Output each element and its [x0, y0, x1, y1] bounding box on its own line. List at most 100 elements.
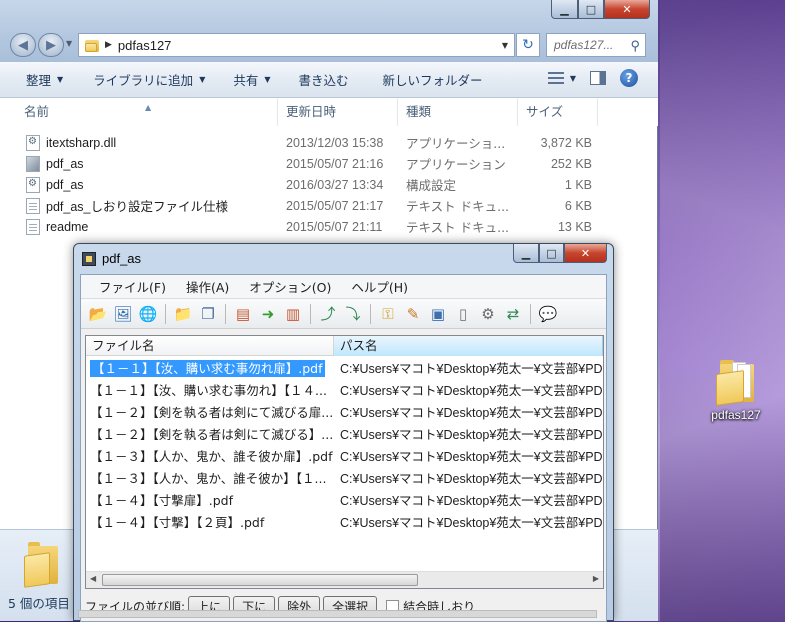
edit-icon[interactable]: ✎ — [402, 303, 424, 325]
search-icon[interactable]: ⚲ — [630, 38, 640, 54]
column-name-label: 名前 — [24, 104, 50, 119]
add-document-icon[interactable]: ▤ — [232, 303, 254, 325]
file-type: テキスト ドキュ... — [406, 220, 510, 235]
burn-button[interactable]: 書き込む — [285, 70, 363, 89]
file-row[interactable]: readme 2015/05/07 21:11 テキスト ドキュ... 13 K… — [0, 216, 658, 237]
column-name[interactable]: ▲ 名前 — [0, 98, 278, 126]
new-folder-label: 新しいフォルダー — [382, 73, 483, 88]
forward-arrow-icon: ▶ — [46, 37, 56, 53]
desktop-folder-pdfas127[interactable]: pdfas127 — [700, 356, 772, 422]
row-path: C:¥Users¥マコト¥Desktop¥苑太一¥文芸部¥PDF — [340, 471, 603, 486]
status-strip — [78, 610, 597, 618]
refresh-icon: ↻ — [522, 37, 534, 53]
column-date[interactable]: 更新日時 — [278, 98, 398, 126]
key-icon[interactable]: ⚿ — [377, 303, 399, 325]
menu-file[interactable]: ファイル(F) — [89, 277, 176, 296]
menu-action[interactable]: 操作(A) — [176, 277, 239, 296]
row-path: C:¥Users¥マコト¥Desktop¥苑太一¥文芸部¥PDF — [340, 449, 603, 464]
forward-button[interactable]: ▶ — [38, 33, 64, 57]
file-date: 2015/05/07 21:11 — [286, 219, 383, 234]
toolbar: 📂 🖼 🌐 📁 ❐ ▤ ➜ ▥ ⤴ ⤵ ⚿ ✎ ▣ ▯ ⚙ ⇄ 💬 — [81, 299, 606, 329]
recent-pages-dropdown[interactable]: ▼ — [66, 39, 72, 48]
file-type: テキスト ドキュ... — [406, 199, 510, 214]
address-dropdown-icon[interactable]: ▼ — [502, 41, 508, 50]
window-title: pdf_as — [102, 251, 142, 266]
scrollbar-thumb[interactable] — [102, 574, 418, 586]
app-icon — [26, 155, 40, 172]
globe-icon[interactable]: 🌐 — [137, 303, 159, 325]
sort-ascending-icon: ▲ — [145, 103, 152, 112]
window-icon[interactable]: ▣ — [427, 303, 449, 325]
new-folder-button[interactable]: 新しいフォルダー — [363, 70, 497, 89]
file-type: アプリケーショ... — [406, 136, 506, 151]
list-row[interactable]: 【１－３】【人か、鬼か、誰そ彼か】【１... C:¥Users¥マコト¥Desk… — [86, 466, 603, 488]
change-view-icon[interactable] — [547, 72, 564, 84]
address-path[interactable]: pdfas127 — [118, 38, 172, 53]
row-file-name: 【１－４】【寸撃扉】.pdf — [90, 492, 233, 508]
scroll-left-icon[interactable]: ◀ — [90, 574, 96, 583]
image-icon[interactable]: 🖼 — [112, 303, 134, 325]
address-bar[interactable]: ▶ pdfas127 ▼ — [78, 33, 515, 57]
file-size: 1 KB — [564, 177, 592, 192]
minimize-button[interactable]: ▁ — [513, 244, 539, 263]
file-size: 6 KB — [564, 198, 592, 213]
file-row[interactable]: pdf_as 2015/05/07 21:16 アプリケーション 252 KB — [0, 153, 658, 174]
list-row[interactable]: 【１－２】【剣を執る者は剣にて滅びる】... C:¥Users¥マコト¥Desk… — [86, 422, 603, 444]
scroll-right-icon[interactable]: ▶ — [593, 574, 599, 583]
list-row-selected[interactable]: 【１－１】【汝、購い求む事勿れ扉】.pdf C:¥Users¥マコト¥Deskt… — [86, 356, 603, 378]
search-input[interactable]: pdfas127... ⚲ — [546, 33, 646, 57]
list-row[interactable]: 【１－１】【汝、購い求む事勿れ】【１４... C:¥Users¥マコト¥Desk… — [86, 378, 603, 400]
list-row[interactable]: 【１－４】【寸撃扉】.pdf C:¥Users¥マコト¥Desktop¥苑太一¥… — [86, 488, 603, 510]
open-file-icon[interactable]: 📂 — [87, 303, 109, 325]
file-list-view[interactable]: ファイル名 パス名 【１－１】【汝、購い求む事勿れ扉】.pdf C:¥Users… — [85, 335, 604, 589]
file-row[interactable]: itextsharp.dll 2013/12/03 15:38 アプリケーショ.… — [0, 132, 658, 153]
file-row[interactable]: pdf_as 2016/03/27 13:34 構成設定 1 KB — [0, 174, 658, 195]
move-up-icon[interactable]: ⤴ — [317, 303, 339, 325]
toolbar-separator — [370, 303, 371, 324]
add-to-library-button[interactable]: ライブラリに追加 ▼ — [77, 70, 219, 89]
remove-document-icon[interactable]: ▥ — [282, 303, 304, 325]
desktop-wallpaper — [660, 0, 785, 621]
text-file-icon — [26, 218, 40, 235]
minimize-button[interactable]: ▁ — [551, 0, 578, 19]
column-type[interactable]: 種類 — [398, 98, 518, 126]
preview-pane-icon[interactable] — [590, 71, 606, 85]
settings-icon[interactable]: ⚙ — [477, 303, 499, 325]
move-down-icon[interactable]: ⤵ — [342, 303, 364, 325]
close-button[interactable]: ✕ — [604, 0, 650, 19]
page-icon[interactable]: ▯ — [452, 303, 474, 325]
maximize-button[interactable]: □ — [539, 244, 564, 263]
folder-icon — [714, 356, 758, 406]
convert-icon[interactable]: ⇄ — [502, 303, 524, 325]
list-row[interactable]: 【１－４】【寸撃】【２頁】.pdf C:¥Users¥マコト¥Desktop¥苑… — [86, 510, 603, 532]
column-file-name[interactable]: ファイル名 — [86, 336, 334, 356]
file-row[interactable]: pdf_as_しおり設定ファイル仕様 2015/05/07 21:17 テキスト… — [0, 195, 658, 216]
refresh-button[interactable]: ↻ — [516, 33, 540, 57]
breadcrumb-chevron-icon[interactable]: ▶ — [105, 40, 112, 50]
comment-icon[interactable]: 💬 — [537, 303, 559, 325]
close-button[interactable]: ✕ — [564, 244, 607, 263]
menu-help[interactable]: ヘルプ(H) — [341, 277, 418, 296]
list-row[interactable]: 【１－３】【人か、鬼か、誰そ彼か扉】.pdf C:¥Users¥マコト¥Desk… — [86, 444, 603, 466]
chevron-down-icon: ▼ — [264, 75, 271, 84]
menu-options[interactable]: オプション(O) — [239, 277, 341, 296]
list-row[interactable]: 【１－２】【剣を執る者は剣にて滅びる扉... C:¥Users¥マコト¥Desk… — [86, 400, 603, 422]
add-to-library-label: ライブラリに追加 — [93, 73, 194, 88]
horizontal-scrollbar[interactable]: ◀ ▶ — [86, 571, 603, 588]
add-folder-icon[interactable]: 📁 — [172, 303, 194, 325]
copy-icon[interactable]: ❐ — [197, 303, 219, 325]
dll-gear-icon — [26, 134, 40, 151]
column-size[interactable]: サイズ — [518, 98, 598, 126]
organize-menu-button[interactable]: 整理 ▼ — [0, 70, 77, 89]
row-file-name: 【１－２】【剣を執る者は剣にて滅びる】... — [90, 426, 334, 442]
row-path: C:¥Users¥マコト¥Desktop¥苑太一¥文芸部¥PDF — [340, 493, 603, 508]
help-icon[interactable]: ? — [620, 69, 638, 87]
chevron-down-icon: ▼ — [199, 75, 206, 84]
view-dropdown-icon[interactable]: ▼ — [570, 74, 576, 83]
file-type: 構成設定 — [406, 178, 457, 193]
column-path[interactable]: パス名 — [334, 336, 603, 356]
move-document-icon[interactable]: ➜ — [257, 303, 279, 325]
back-button[interactable]: ◀ — [10, 33, 36, 57]
maximize-button[interactable]: □ — [578, 0, 604, 19]
share-button[interactable]: 共有 ▼ — [219, 70, 284, 89]
